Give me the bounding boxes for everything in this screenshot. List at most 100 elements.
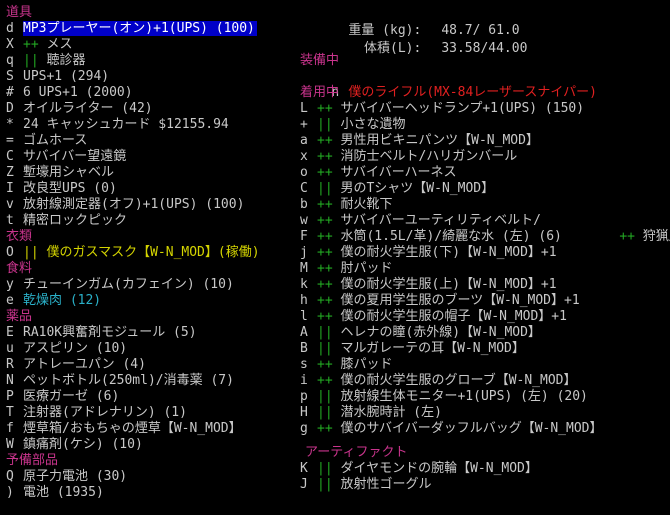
inventory-item[interactable]: t 精密ロックピック — [6, 213, 127, 229]
inventory-item[interactable]: T 注射器(アドレナリン) (1) — [6, 405, 187, 421]
item-name: ダイヤモンドの腕輪【W-N_MOD】 — [332, 461, 538, 476]
item-name: アトレーユパン (4) — [23, 357, 146, 372]
inventory-item[interactable]: L ++ サバイバーヘッドランプ+1(UPS) (150) — [300, 101, 584, 117]
item-key: A — [300, 325, 308, 340]
plus-marker-icon: ++ — [619, 229, 635, 244]
inventory-item[interactable]: w ++ サバイバーユーティリティベルト/ — [300, 213, 541, 229]
inventory-item[interactable]: u アスピリン (10) — [6, 341, 127, 357]
inventory-item[interactable]: + || 小さな遺物 — [300, 117, 405, 133]
inventory-item[interactable]: S UPS+1 (294) — [6, 69, 109, 85]
category-worn: 着用中 — [300, 85, 340, 100]
inventory-item[interactable]: e 乾燥肉 (12) — [6, 293, 101, 309]
bar-marker-icon: || — [317, 181, 333, 196]
inventory-item[interactable]: X ++ メス — [6, 37, 72, 53]
inventory-item[interactable]: p || 放射線生体モニター+1(UPS) (左) (20) — [300, 389, 588, 405]
item-key: p — [300, 389, 308, 404]
item-name: 6 UPS+1 (2000) — [23, 85, 133, 100]
inventory-item[interactable]: O || 僕のガスマスク【W-N_MOD】(稼働) — [6, 245, 260, 261]
item-name: 精密ロックピック — [23, 213, 128, 228]
item-key: d — [6, 21, 14, 36]
inventory-item[interactable]: l ++ 僕の耐火学生服の帽子【W-N_MOD】+1 — [300, 309, 567, 325]
item-key: v — [6, 197, 14, 212]
category-clothing: 衣類 — [6, 229, 33, 244]
inventory-item[interactable]: b ++ 耐火靴下 — [300, 197, 392, 213]
item-name: 24 キャッシュカード $12155.94 — [23, 117, 229, 132]
item-key: + — [300, 117, 308, 132]
inventory-item[interactable]: H || 潜水腕時計 (左) — [300, 405, 442, 421]
inventory-item[interactable]: B || マルガレーテの耳【W-N_MOD】 — [300, 341, 525, 357]
plus-marker-icon: ++ — [317, 277, 333, 292]
inventory-item[interactable]: o ++ サバイバーハーネス — [300, 165, 456, 181]
inventory-item[interactable]: A || ヘレナの瞳(赤外線)【W-N_MOD】 — [300, 325, 541, 341]
plus-marker-icon: ++ — [317, 133, 333, 148]
bar-marker-icon: || — [317, 325, 333, 340]
inventory-item[interactable]: P 医療ガーゼ (6) — [6, 389, 119, 405]
item-key: q — [6, 53, 14, 68]
inventory-item[interactable]: E RA10K興奮剤モジュール (5) — [6, 325, 197, 341]
item-name: 耐火靴下 — [332, 197, 393, 212]
inventory-item[interactable]: R アトレーユパン (4) — [6, 357, 146, 373]
inventory-item[interactable]: = ゴムホース — [6, 133, 87, 149]
item-name: 医療ガーゼ (6) — [23, 389, 120, 404]
item-key: y — [6, 277, 14, 292]
inventory-item[interactable]: D オイルライター (42) — [6, 101, 153, 117]
item-name: 僕の耐火学生服のグローブ【W-N_MOD】 — [332, 373, 577, 388]
inventory-item[interactable]: d MP3プレーヤー(オン)+1(UPS) (100) — [6, 21, 257, 37]
inventory-item[interactable]: k ++ 僕の耐火学生服(上)【W-N_MOD】+1 — [300, 277, 557, 293]
inventory-item[interactable]: C || 男のTシャツ【W-N_MOD】 — [300, 181, 494, 197]
inventory-item[interactable]: F ++ 水筒(1.5L/革)/綺麗な水 (左) (6) — [300, 229, 562, 245]
inventory-item[interactable]: h ++ 僕の夏用学生服のブーツ【W-N_MOD】+1 — [300, 293, 580, 309]
item-name: 注射器(アドレナリン) (1) — [23, 405, 187, 420]
bar-marker-icon: || — [23, 53, 39, 68]
item-key: Q — [6, 469, 14, 484]
item-name: サバイバー望遠鏡 — [23, 149, 127, 164]
inventory-item[interactable]: q || 聴診器 — [6, 53, 85, 69]
category-food: 食料 — [6, 261, 33, 276]
item-name: アスピリン (10) — [23, 341, 128, 356]
inventory-item[interactable]: I 改良型UPS (0) — [6, 181, 117, 197]
item-name: 鎮痛剤(ケシ) (10) — [23, 437, 143, 452]
plus-marker-icon: ++ — [317, 357, 333, 372]
volume-label: 体積(L): — [364, 41, 422, 56]
item-key: C — [300, 181, 308, 196]
item-name: UPS+1 (294) — [23, 69, 110, 84]
item-name: 男性用ビキニパンツ【W-N_MOD】 — [332, 133, 539, 148]
item-name: サバイバーハーネス — [332, 165, 457, 180]
inventory-item[interactable]: J || 放射性ゴーグル — [300, 477, 431, 493]
inventory-item[interactable]: #6 UPS+1 (2000) — [6, 85, 133, 101]
inventory-item[interactable]: i ++ 僕の耐火学生服のグローブ【W-N_MOD】 — [300, 373, 577, 389]
item-name: 僕のガスマスク【W-N_MOD】(稼働) — [38, 245, 260, 260]
item-name: 膝パッド — [332, 357, 393, 372]
item-name: 消防士ベルト/ハリガンバール — [332, 149, 518, 164]
inventory-item[interactable]: s ++ 膝パッド — [300, 357, 392, 373]
item-key: o — [300, 165, 308, 180]
inventory-item[interactable]: g ++ 僕のサバイバーダッフルバッグ【W-N_MOD】 — [300, 421, 603, 437]
belt-overflow: ++ 狩猟用ナ — [588, 213, 670, 244]
wielded-item[interactable]: n 僕のライフル(MX-84レーザースナイパー) — [300, 69, 597, 100]
inventory-item[interactable]: * 24 キャッシュカード $12155.94 — [6, 117, 229, 133]
item-name: 水筒(1.5L/革)/綺麗な水 (左) (6) — [332, 229, 562, 244]
plus-marker-icon: ++ — [317, 373, 333, 388]
inventory-item[interactable]: K || ダイヤモンドの腕輪【W-N_MOD】 — [300, 461, 538, 477]
inventory-item[interactable]: M ++ 肘パッド — [300, 261, 392, 277]
inventory-item[interactable]: Z 塹壕用シャベル — [6, 165, 114, 181]
item-key: C — [6, 149, 14, 164]
inventory-item[interactable]: ) 電池 (1935) — [6, 485, 104, 501]
inventory-item[interactable]: x ++ 消防士ベルト/ハリガンバール — [300, 149, 517, 165]
item-name: MP3プレーヤー(オン)+1(UPS) (100) — [23, 21, 255, 36]
inventory-item[interactable]: W 鎮痛剤(ケシ) (10) — [6, 437, 143, 453]
inventory-item[interactable]: v 放射線測定器(オフ)+1(UPS) (100) — [6, 197, 244, 213]
plus-marker-icon: ++ — [317, 149, 333, 164]
inventory-item[interactable]: Q 原子力電池 (30) — [6, 469, 127, 485]
bar-marker-icon: || — [317, 461, 333, 476]
inventory-item[interactable]: j ++ 僕の耐火学生服(下)【W-N_MOD】+1 — [300, 245, 557, 261]
inventory-item[interactable]: y チューインガム(カフェイン) (10) — [6, 277, 234, 293]
item-name: 小さな遺物 — [332, 117, 406, 132]
item-key: I — [6, 181, 14, 196]
inventory-item[interactable]: N ペットボトル(250ml)/消毒薬 (7) — [6, 373, 234, 389]
inventory-item[interactable]: a ++ 男性用ビキニパンツ【W-N_MOD】 — [300, 133, 539, 149]
inventory-item[interactable]: C サバイバー望遠鏡 — [6, 149, 126, 165]
item-name: マルガレーテの耳【W-N_MOD】 — [332, 341, 525, 356]
inventory-item[interactable]: f 煙草箱/おもちゃの煙草【W-N_MOD】 — [6, 421, 242, 437]
item-key: Z — [6, 165, 14, 180]
